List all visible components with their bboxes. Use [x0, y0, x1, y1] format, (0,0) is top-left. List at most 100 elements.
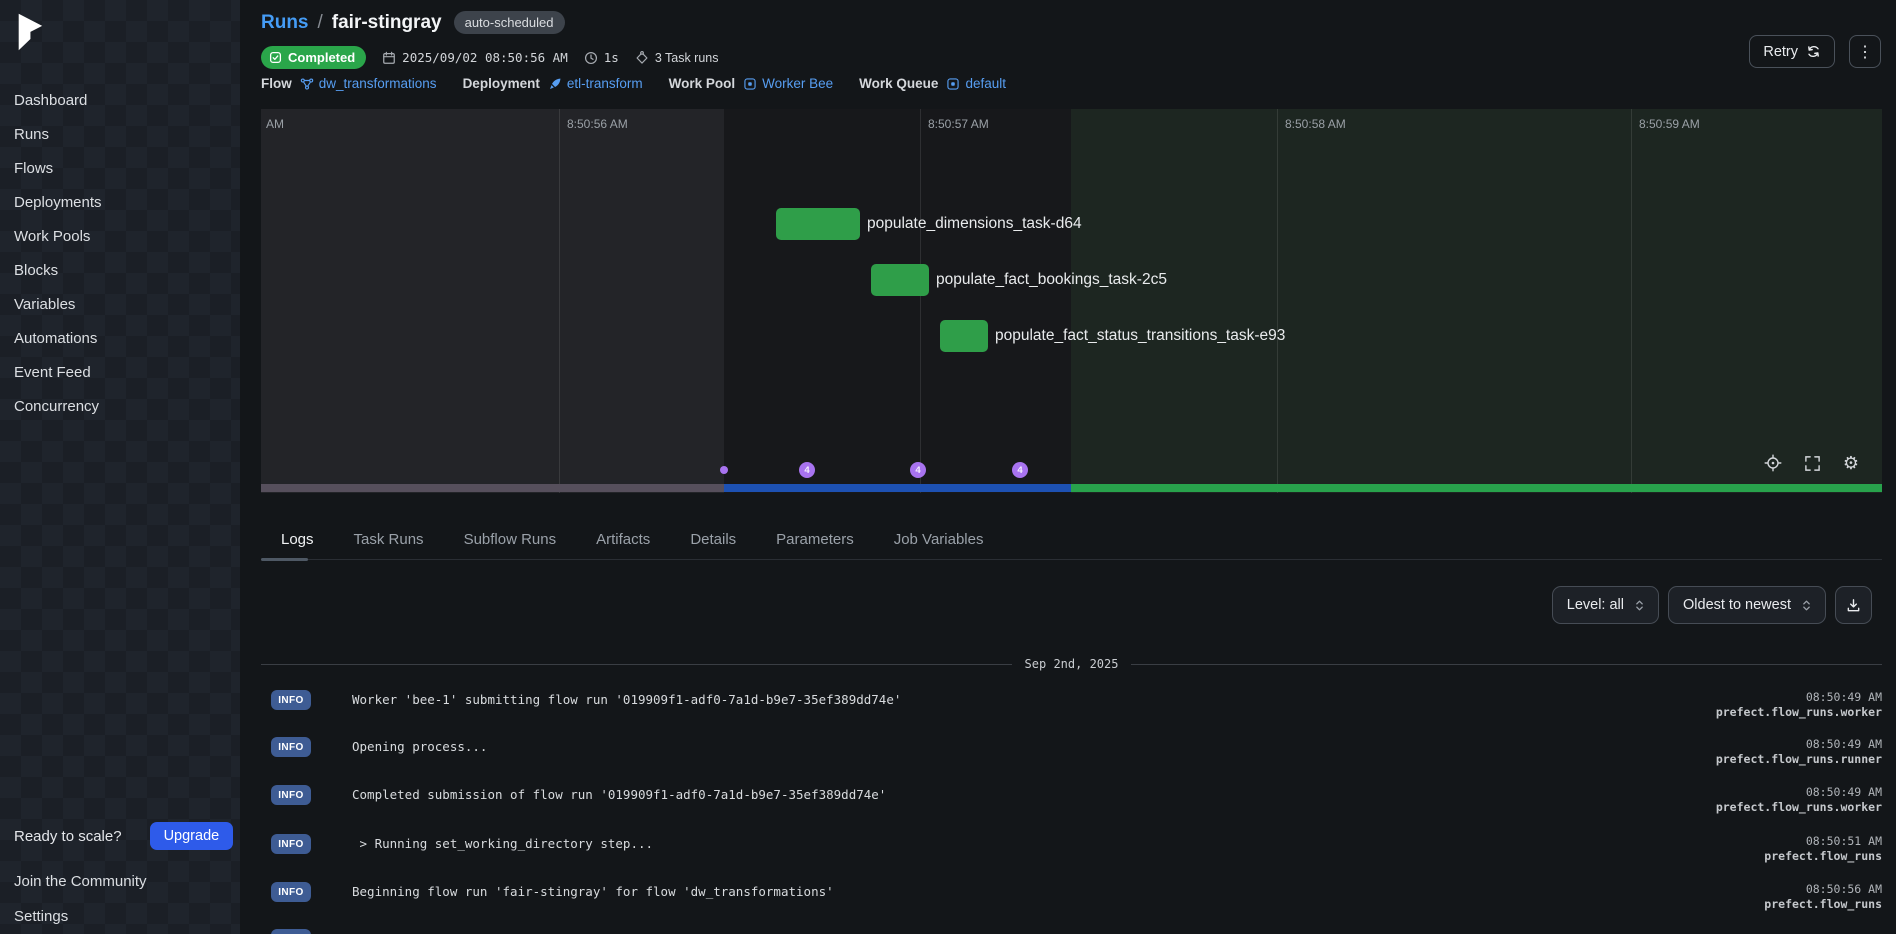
log-entry: INFO Completed submission of flow run '0… [261, 785, 1882, 815]
deployment-label: Deployment [463, 76, 540, 91]
log-timestamp: 08:50:51 AM [1764, 834, 1882, 849]
deployment-link[interactable]: etl-transform [567, 76, 643, 91]
calendar-icon [382, 51, 396, 65]
log-timestamp: 08:50:56 AM [1764, 882, 1882, 897]
timeline-settings-gear-icon[interactable]: ⚙ [1842, 454, 1860, 472]
kebab-menu-button[interactable]: ⋮ [1849, 35, 1881, 68]
flow-run-timeline[interactable]: AM 8:50:56 AM 8:50:57 AM 8:50:58 AM 8:50… [261, 109, 1882, 493]
sidebar-item-variables[interactable]: Variables [0, 288, 240, 322]
axis-tick-label: 8:50:56 AM [567, 117, 628, 131]
auto-scheduled-badge: auto-scheduled [454, 11, 565, 34]
refresh-icon [1806, 44, 1821, 59]
timeline-minimap-completed-segment [1071, 484, 1882, 492]
retry-button[interactable]: Retry [1749, 35, 1835, 68]
work-pool-icon [743, 77, 757, 91]
timeline-minimap-running-segment [724, 484, 1071, 492]
work-pool-link[interactable]: Worker Bee [762, 76, 833, 91]
task-run-label: populate_fact_bookings_task-2c5 [936, 264, 1167, 296]
sort-chevrons-icon [1635, 599, 1644, 612]
work-queue-link[interactable]: default [965, 76, 1006, 91]
event-dot[interactable] [720, 466, 728, 474]
log-message: Completed submission of flow run '019909… [352, 785, 886, 805]
task-run-bar[interactable] [776, 208, 860, 240]
log-list: Sep 2nd, 2025 INFO Worker 'bee-1' submit… [261, 655, 1882, 934]
rocket-icon [548, 77, 562, 91]
task-runs-icon [635, 51, 649, 65]
sidebar-item-dashboard[interactable]: Dashboard [0, 84, 240, 118]
flow-link[interactable]: dw_transformations [319, 76, 437, 91]
axis-tick-label: 8:50:57 AM [928, 117, 989, 131]
log-timestamp: 08:50:49 AM [1716, 785, 1882, 800]
breadcrumb: Runs / fair-stingray auto-scheduled [261, 11, 565, 34]
task-run-label: populate_fact_status_transitions_task-e9… [995, 320, 1285, 352]
task-run-bar[interactable] [871, 264, 929, 296]
retry-label: Retry [1763, 44, 1798, 60]
sidebar: Dashboard Runs Flows Deployments Work Po… [0, 0, 240, 934]
sidebar-item-deployments[interactable]: Deployments [0, 186, 240, 220]
sidebar-item-runs[interactable]: Runs [0, 118, 240, 152]
upsell-text: Ready to scale? [14, 828, 122, 845]
log-level-badge: INFO [271, 834, 311, 854]
tab-job-variables[interactable]: Job Variables [894, 531, 984, 548]
tab-details[interactable]: Details [690, 531, 736, 548]
timeline-run-window [724, 109, 1071, 493]
tab-task-runs[interactable]: Task Runs [354, 531, 424, 548]
log-logger-name: prefect.flow_runs [1764, 897, 1882, 912]
sidebar-item-automations[interactable]: Automations [0, 322, 240, 356]
log-timestamp: 08:50:49 AM [1716, 737, 1882, 752]
page-title: fair-stingray [332, 12, 442, 34]
task-run-bar[interactable] [940, 320, 988, 352]
breadcrumb-separator: / [318, 12, 323, 34]
gridline [1631, 109, 1632, 493]
tab-subflow-runs[interactable]: Subflow Runs [464, 531, 557, 548]
log-sort-select[interactable]: Oldest to newest [1668, 586, 1826, 624]
meta-row: Flow dw_transformations Deployment etl-t… [261, 76, 1006, 91]
axis-tick-label: 8:50:58 AM [1285, 117, 1346, 131]
active-tab-indicator [261, 558, 308, 561]
tab-logs[interactable]: Logs [281, 531, 314, 548]
sidebar-item-concurrency[interactable]: Concurrency [0, 390, 240, 424]
event-cluster-marker[interactable]: 4 [799, 462, 815, 478]
check-square-icon [269, 51, 282, 64]
sidebar-footer: Ready to scale? Upgrade Join the Communi… [0, 822, 240, 934]
sort-chevrons-icon [1802, 599, 1811, 612]
tab-parameters[interactable]: Parameters [776, 531, 854, 548]
run-detail-tabs: Logs Task Runs Subflow Runs Artifacts De… [261, 520, 1882, 560]
sidebar-item-event-feed[interactable]: Event Feed [0, 356, 240, 390]
status-label: Completed [288, 50, 355, 65]
kebab-icon: ⋮ [1857, 42, 1873, 62]
clock-icon [584, 51, 598, 65]
upgrade-button[interactable]: Upgrade [150, 822, 234, 850]
breadcrumb-runs-link[interactable]: Runs [261, 12, 309, 34]
log-level-select[interactable]: Level: all [1552, 586, 1659, 624]
gridline [559, 109, 560, 493]
sidebar-item-blocks[interactable]: Blocks [0, 254, 240, 288]
sidebar-nav: Dashboard Runs Flows Deployments Work Po… [0, 84, 240, 424]
gridline [1277, 109, 1278, 493]
event-cluster-marker[interactable]: 4 [910, 462, 926, 478]
run-start-datetime: 2025/09/02 08:50:56 AM [402, 50, 568, 65]
axis-tick-label: 8:50:59 AM [1639, 117, 1700, 131]
log-level-badge: INFO [271, 690, 311, 710]
log-entry: INFO Beginning flow run 'fair-stingray' … [261, 882, 1882, 912]
tab-artifacts[interactable]: Artifacts [596, 531, 650, 548]
log-entry: INFO [261, 929, 1882, 934]
log-date: Sep 2nd, 2025 [1012, 657, 1132, 671]
timeline-controls: ⚙ [1764, 454, 1860, 472]
run-duration: 1s [604, 50, 619, 65]
log-timestamp: 08:50:49 AM [1716, 690, 1882, 705]
join-community-link[interactable]: Join the Community [0, 864, 240, 899]
event-cluster-marker[interactable]: 4 [1012, 462, 1028, 478]
work-queue-icon [946, 77, 960, 91]
sidebar-item-work-pools[interactable]: Work Pools [0, 220, 240, 254]
download-logs-button[interactable] [1835, 586, 1872, 624]
log-logger-name: prefect.flow_runs [1764, 849, 1882, 864]
settings-link[interactable]: Settings [0, 899, 240, 934]
prefect-logo-icon[interactable] [14, 12, 46, 52]
flow-icon [300, 77, 314, 91]
log-logger-name: prefect.flow_runs.worker [1716, 800, 1882, 815]
fullscreen-icon[interactable] [1803, 454, 1821, 472]
recenter-icon[interactable] [1764, 454, 1782, 472]
log-entry: INFO Opening process... 08:50:49 AM pref… [261, 737, 1882, 767]
sidebar-item-flows[interactable]: Flows [0, 152, 240, 186]
